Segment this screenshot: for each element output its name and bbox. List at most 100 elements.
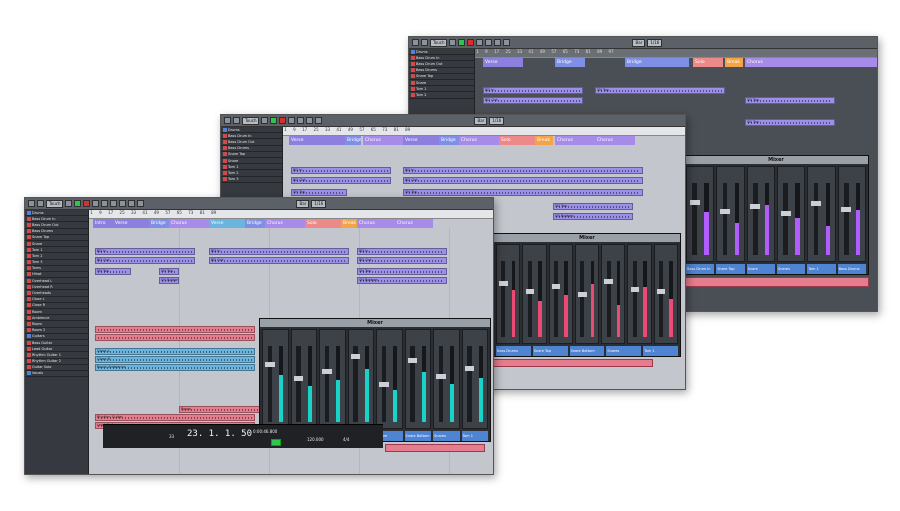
audio-event[interactable]: Close L — [95, 348, 255, 355]
channel-strip[interactable] — [807, 166, 836, 262]
channel-name[interactable]: Snares — [606, 346, 642, 356]
marker-chorus[interactable]: Chorus — [395, 219, 433, 228]
channel-name[interactable]: Snares — [776, 264, 806, 274]
marker-chorus[interactable]: Chorus — [555, 136, 595, 145]
midi-part[interactable]: SN Top — [357, 268, 447, 275]
marker-chorus[interactable]: Chorus — [265, 219, 305, 228]
marker-break[interactable]: Break — [725, 58, 743, 67]
midi-part[interactable]: BD In — [291, 167, 391, 174]
position-display[interactable]: 23. 1. 1. 50 — [187, 429, 252, 439]
midi-part[interactable]: SN Top — [745, 97, 835, 104]
marker-break[interactable]: Break — [341, 219, 357, 228]
marker-chorus[interactable]: Chorus — [459, 136, 499, 145]
midi-part[interactable]: BD In — [209, 248, 349, 255]
split-tool-icon[interactable] — [306, 117, 314, 124]
channel-strip[interactable] — [653, 244, 678, 344]
midi-part[interactable]: SN Top — [159, 268, 179, 275]
channel-name[interactable]: Bass Drum In — [686, 264, 715, 274]
fader-handle[interactable] — [525, 289, 534, 294]
track-row[interactable]: Tom 3 — [221, 177, 282, 183]
marker-bridge[interactable]: Bridge — [439, 136, 459, 145]
fader-handle[interactable] — [841, 207, 852, 213]
midi-part[interactable]: BD Out — [483, 97, 583, 104]
fader-handle[interactable] — [464, 366, 475, 372]
marker-solo[interactable]: Solo — [305, 219, 341, 228]
channel-strip[interactable] — [837, 166, 866, 262]
ruler[interactable]: 1 9 17 25 33 41 49 57 65 73 81 89 — [283, 127, 685, 136]
channel-strip[interactable] — [686, 166, 715, 262]
audio-event-strip[interactable] — [385, 444, 485, 452]
marker-chorus[interactable]: Chorus — [363, 136, 403, 145]
activate-button[interactable] — [224, 117, 231, 124]
marker-verse[interactable]: Verse — [289, 136, 345, 145]
fader-handle[interactable] — [630, 287, 640, 293]
constrain-button[interactable] — [421, 39, 428, 46]
marker-chorus[interactable]: Chorus — [595, 136, 635, 145]
midi-part[interactable]: SN Bottom — [553, 213, 633, 220]
marker-chorus[interactable]: Chorus — [357, 219, 395, 228]
channel-name[interactable]: Snare Top — [716, 264, 745, 274]
midi-part[interactable]: SN Bottom — [159, 277, 179, 284]
play-button[interactable] — [458, 39, 466, 46]
audio-event-strip[interactable] — [493, 359, 653, 367]
midi-part[interactable]: BD Out — [403, 177, 643, 184]
midi-part[interactable]: BD In — [95, 248, 195, 255]
automation-mode-select[interactable]: Touch — [242, 116, 260, 125]
channel-strip[interactable] — [776, 166, 806, 262]
midi-part[interactable]: SN Top — [745, 119, 835, 126]
cycle-button[interactable] — [65, 200, 73, 207]
activate-button[interactable] — [412, 39, 419, 46]
fader-handle[interactable] — [604, 279, 613, 285]
marker-verse[interactable]: Verse — [483, 58, 523, 67]
midi-part[interactable]: BD Out — [357, 257, 447, 264]
marker-chorus[interactable]: Chorus — [169, 219, 209, 228]
midi-part[interactable]: BD Out — [209, 257, 349, 264]
channel-strip[interactable] — [262, 329, 289, 429]
fader-handle[interactable] — [293, 375, 304, 381]
channel-strip[interactable] — [496, 244, 521, 344]
channel-name[interactable]: Tom 1 — [461, 431, 488, 441]
fader-handle[interactable] — [750, 204, 761, 210]
channel-name[interactable]: Tom 1 — [643, 346, 678, 356]
marker-bridge[interactable]: Bridge — [555, 58, 585, 67]
fader-handle[interactable] — [810, 201, 821, 207]
fader-handle[interactable] — [436, 374, 446, 379]
tempo-display[interactable]: 120.000 — [307, 437, 324, 442]
glue-tool-icon[interactable] — [119, 200, 127, 207]
channel-strip[interactable] — [290, 329, 317, 429]
grid-type-select[interactable]: Bar — [296, 199, 310, 208]
channel-strip[interactable] — [601, 244, 626, 344]
fader-handle[interactable] — [350, 354, 361, 360]
channel-strip[interactable] — [548, 244, 573, 344]
fader-handle[interactable] — [719, 209, 730, 214]
channel-strip[interactable] — [433, 329, 460, 429]
fader-handle[interactable] — [689, 199, 700, 205]
object-tool-icon[interactable] — [92, 200, 100, 207]
midi-part[interactable]: BD Out — [95, 257, 195, 264]
midi-part[interactable]: BD In — [483, 87, 583, 94]
ruler[interactable]: 1 9 17 25 33 41 49 57 65 73 81 89 — [89, 210, 493, 219]
marker-solo[interactable]: Solo — [499, 136, 535, 145]
fader-handle[interactable] — [551, 284, 561, 290]
automation-mode-select[interactable]: Touch — [430, 38, 448, 47]
range-tool-icon[interactable] — [485, 39, 493, 46]
record-button[interactable] — [467, 39, 475, 46]
cycle-button[interactable] — [261, 117, 269, 124]
channel-strip[interactable] — [574, 244, 600, 344]
marker-verse[interactable]: Verse — [209, 219, 245, 228]
signature-display[interactable]: 4/4 — [343, 437, 349, 442]
fader-handle[interactable] — [499, 281, 508, 287]
channel-strip[interactable] — [746, 166, 775, 262]
audio-event-strip[interactable] — [683, 277, 869, 287]
midi-part[interactable]: SN Top — [95, 268, 131, 275]
zoom-tool-icon[interactable] — [128, 200, 136, 207]
glue-tool-icon[interactable] — [315, 117, 323, 124]
split-tool-icon[interactable] — [494, 39, 502, 46]
fader-handle[interactable] — [379, 381, 389, 387]
channel-strip[interactable] — [347, 329, 374, 429]
channel-strip[interactable] — [522, 244, 547, 344]
mute-tool-icon[interactable] — [137, 200, 145, 207]
track-row[interactable]: Tom 2 — [409, 92, 474, 99]
marker-bridge[interactable]: Bridge — [345, 136, 361, 145]
channel-name[interactable]: Snare Bottom — [569, 346, 605, 356]
